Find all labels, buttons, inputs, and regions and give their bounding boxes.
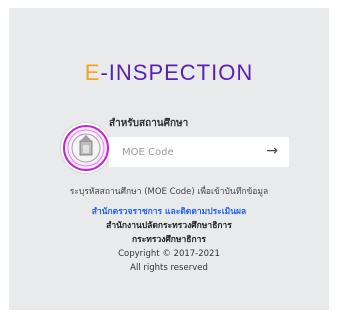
- footer-office: สำนักงานปลัดกระทรวงศึกษาธิการ: [106, 221, 232, 231]
- footer: สำนักตรวจราชการ และติดตามประเมินผล สำนัก…: [9, 205, 329, 275]
- office-link[interactable]: สำนักตรวจราชการ และติดตามประเมินผล: [9, 205, 329, 219]
- title-prefix: E: [84, 60, 101, 85]
- footer-rights: All rights reserved: [130, 263, 208, 273]
- app-title: E-INSPECTION: [9, 60, 329, 86]
- login-subtitle: สำหรับสถานศึกษา: [109, 118, 189, 129]
- title-rest: -INSPECTION: [100, 60, 254, 85]
- moe-code-field[interactable]: →: [109, 137, 289, 167]
- ministry-logo-icon: [61, 123, 111, 173]
- login-panel: E-INSPECTION สำหรับสถานศึกษา → ระบุรหัสส…: [9, 8, 329, 310]
- moe-code-hint: ระบุรหัสสถานศึกษา (MOE Code) เพื่อเข้าบั…: [69, 187, 269, 197]
- footer-ministry: กระทรวงศึกษาธิการ: [132, 235, 206, 245]
- arrow-right-icon[interactable]: →: [266, 143, 278, 159]
- footer-copyright: Copyright © 2017-2021: [118, 249, 220, 259]
- moe-code-input[interactable]: [110, 146, 272, 158]
